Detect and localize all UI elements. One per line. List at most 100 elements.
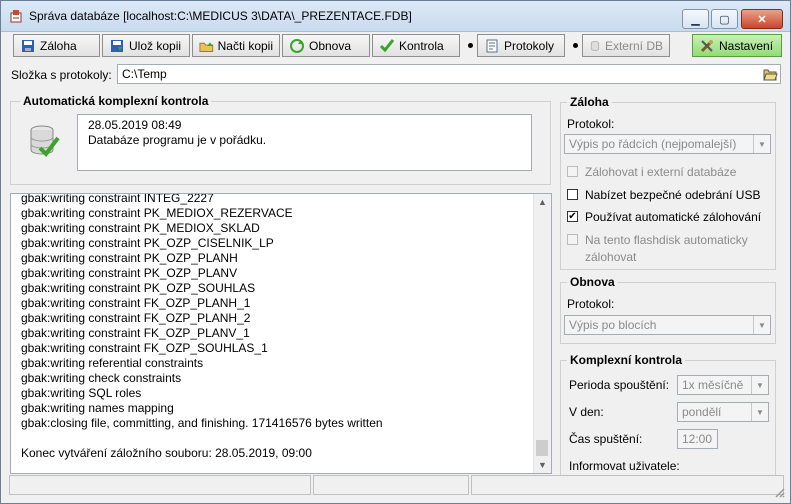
restore-protocol-select[interactable]: Výpis po blocích ▼	[564, 315, 771, 335]
log-line: gbak:writing check constraints	[21, 371, 182, 385]
restore-icon	[290, 38, 304, 53]
resize-grip-icon[interactable]	[773, 486, 785, 498]
external-db-icon	[590, 40, 600, 51]
folder-field[interactable]: C:\Temp	[117, 64, 781, 84]
database-ok-icon	[30, 125, 60, 158]
day-value: pondělí	[682, 405, 722, 419]
minimize-icon: ▁	[691, 13, 700, 26]
log-line: gbak:writing referential constraints	[21, 356, 204, 370]
log-scrollbar[interactable]: ▲ ▼	[533, 194, 551, 473]
auto-check-title: Automatická komplexní kontrola	[20, 94, 212, 108]
scroll-up-icon[interactable]: ▲	[538, 197, 547, 207]
restore-button[interactable]: Obnova	[282, 34, 370, 57]
check-menu-dropdown[interactable]	[468, 43, 473, 48]
settings-label: Nastavení	[719, 38, 774, 53]
auto-check-date: 28.05.2019 08:49	[88, 118, 182, 132]
checkmark-icon: ✔	[568, 211, 577, 222]
open-folder-icon[interactable]	[763, 67, 778, 81]
day-label: V den:	[569, 405, 604, 419]
scroll-thumb[interactable]	[536, 440, 548, 456]
check-button[interactable]: Kontrola	[372, 34, 460, 57]
backup-protocol-value: Výpis po řádcích (nejpomalejší)	[569, 137, 737, 151]
backup-group-title: Záloha	[567, 95, 612, 109]
scroll-down-icon[interactable]: ▼	[538, 460, 547, 470]
log-line: gbak:writing names mapping	[21, 401, 174, 415]
auto-check-message: Databáze programu je v pořádku.	[88, 133, 267, 147]
log-line: gbak:writing constraint PK_OZP_PLANH	[21, 251, 238, 265]
chevron-down-icon[interactable]: ▼	[753, 316, 770, 334]
external-db-label: Externí DB	[604, 38, 663, 53]
protocols-icon	[486, 39, 498, 52]
window-title: Správa databáze [localhost:C:\MEDICUS 3\…	[29, 9, 412, 23]
database-manager-window: Správa databáze [localhost:C:\MEDICUS 3\…	[0, 0, 791, 504]
log-line: gbak:writing constraint INTEG_2227	[21, 193, 214, 205]
toolbar: Záloha Ulož kopii Načti kopii Obnova Kon…	[9, 34, 784, 59]
backup-icon	[22, 39, 34, 52]
auto-check-result: 28.05.2019 08:49 Databáze programu je v …	[77, 114, 532, 171]
status-cell	[471, 475, 784, 495]
load-copy-label: Načti kopii	[217, 38, 273, 53]
period-select[interactable]: 1x měsíčně ▼	[677, 375, 769, 395]
chevron-down-icon[interactable]: ▼	[753, 135, 770, 153]
safe-usb-label: Nabízet bezpečné odebrání USB	[585, 188, 761, 202]
maximize-icon: ▢	[719, 13, 730, 26]
folder-label: Složka s protokoly:	[11, 68, 112, 82]
save-copy-icon	[111, 39, 123, 52]
protocols-menu-dropdown[interactable]	[573, 43, 578, 48]
chevron-down-icon[interactable]: ▼	[751, 376, 768, 394]
log-line: gbak:writing constraint PK_MEDIOX_SKLAD	[21, 221, 260, 235]
close-button[interactable]: ✕	[741, 9, 783, 29]
close-icon: ✕	[757, 13, 767, 26]
notify-label: Informovat uživatele:	[569, 459, 680, 473]
log-line: gbak:writing constraint PK_OZP_PLANV	[21, 266, 238, 280]
complex-check-title: Komplexní kontrola	[567, 353, 686, 367]
backup-protocol-select[interactable]: Výpis po řádcích (nejpomalejší) ▼	[564, 134, 771, 154]
settings-button[interactable]: Nastavení	[692, 34, 782, 57]
auto-backup-checkbox[interactable]: ✔	[567, 211, 578, 222]
tools-icon	[700, 39, 713, 52]
flashdisk-label-line2: zálohovat	[585, 250, 637, 264]
restore-protocol-label: Protokol:	[567, 297, 615, 311]
time-label: Čas spuštění:	[569, 432, 643, 446]
log-line: gbak:closing file, committing, and finis…	[21, 416, 383, 430]
database-app-icon	[10, 10, 22, 23]
external-db-button[interactable]: Externí DB	[582, 34, 670, 57]
log-line: gbak:writing constraint FK_OZP_PLANH_2	[21, 311, 251, 325]
restore-label: Obnova	[309, 38, 352, 53]
backup-button[interactable]: Záloha	[13, 34, 100, 57]
log-line: Konec vytváření záložního souboru: 28.05…	[21, 446, 312, 460]
chevron-down-icon[interactable]: ▼	[751, 403, 768, 421]
load-copy-icon	[199, 41, 214, 52]
backup-external-label: Zálohovat i externí databáze	[585, 165, 737, 179]
day-select[interactable]: pondělí ▼	[677, 402, 769, 422]
protocols-button[interactable]: Protokoly	[477, 34, 565, 57]
load-copy-button[interactable]: Načti kopii	[192, 34, 280, 57]
restore-group-title: Obnova	[567, 275, 618, 289]
period-value: 1x měsíčně	[682, 378, 744, 392]
safe-usb-checkbox[interactable]	[567, 189, 578, 200]
status-cell	[313, 475, 469, 495]
time-field[interactable]: 12:00	[677, 429, 718, 449]
save-copy-button[interactable]: Ulož kopii	[102, 34, 190, 57]
status-cell	[9, 475, 311, 495]
log-line: gbak:writing SQL roles	[21, 386, 142, 400]
auto-backup-label: Používat automatické zálohování	[585, 210, 762, 224]
backup-external-checkbox[interactable]	[567, 166, 578, 177]
backup-protocol-label: Protokol:	[567, 117, 615, 131]
backup-log[interactable]: gbak:writing constraint INTEG_2227 gbak:…	[10, 193, 552, 474]
log-line: gbak:writing constraint FK_OZP_PLANV_1	[21, 326, 250, 340]
flashdisk-checkbox[interactable]	[567, 234, 578, 245]
minimize-button[interactable]: ▁	[682, 9, 709, 29]
backup-label: Záloha	[40, 38, 77, 53]
title-bar[interactable]: Správa databáze [localhost:C:\MEDICUS 3\…	[1, 1, 790, 32]
save-copy-label: Ulož kopii	[129, 38, 182, 53]
flashdisk-label-line1: Na tento flashdisk automaticky	[585, 233, 748, 247]
log-line: gbak:writing constraint PK_OZP_SOUHLAS	[21, 281, 256, 295]
period-label: Perioda spouštění:	[569, 378, 670, 392]
maximize-button[interactable]: ▢	[711, 9, 738, 29]
folder-value: C:\Temp	[122, 67, 167, 81]
log-line: gbak:writing constraint PK_MEDIOX_REZERV…	[21, 206, 293, 220]
time-value: 12:00	[682, 432, 713, 446]
log-line: gbak:writing constraint FK_OZP_PLANH_1	[21, 296, 251, 310]
log-line: gbak:writing constraint PK_OZP_CISELNIK_…	[21, 236, 274, 250]
